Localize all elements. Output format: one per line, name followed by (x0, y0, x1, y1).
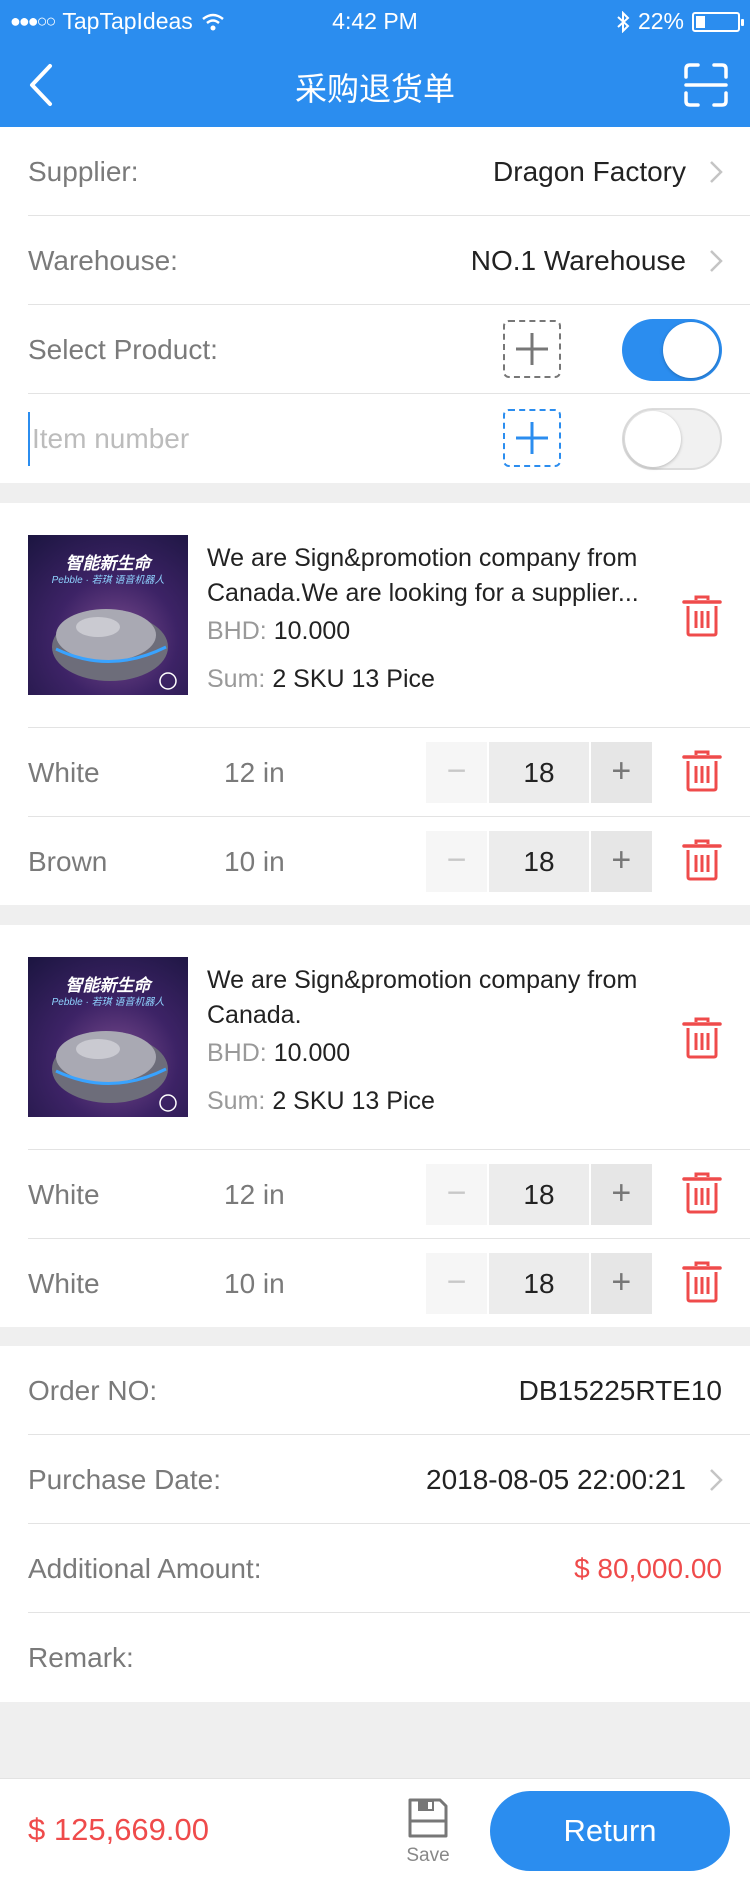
trash-icon[interactable] (682, 595, 722, 637)
purchase-date-value: 2018-08-05 22:00:21 (426, 1464, 686, 1495)
increment-button[interactable]: + (590, 742, 653, 803)
item-number-toggle[interactable] (622, 408, 722, 470)
product-card: 智能新生命 Pebble · 若琪 语音机器人 We are Sign&prom… (0, 925, 750, 1327)
product-image: 智能新生命 Pebble · 若琪 语音机器人 (28, 535, 188, 695)
bottom-bar: $ 125,669.00 Save Return (0, 1778, 750, 1880)
save-button[interactable]: Save (400, 1797, 456, 1869)
purchase-date-row[interactable]: Purchase Date: 2018-08-05 22:00:21 (28, 1435, 750, 1524)
sku-size: 12 in (224, 757, 285, 788)
item-number-row (28, 394, 750, 483)
return-button[interactable]: Return (490, 1791, 730, 1871)
sku-size: 12 in (224, 1179, 285, 1210)
decrement-button[interactable]: − (426, 1253, 488, 1314)
sku-row: White 10 in − 18 + (28, 1238, 750, 1327)
chevron-right-icon (710, 161, 723, 183)
product-price: BHD: 10.000 (207, 1039, 351, 1067)
plus-icon (516, 422, 548, 454)
quantity-value[interactable]: 18 (489, 831, 589, 892)
additional-amount-label: Additional Amount: (28, 1553, 262, 1584)
trash-icon[interactable] (682, 1017, 722, 1059)
bluetooth-icon (617, 10, 630, 33)
page-title: 采购退货单 (294, 71, 455, 107)
supplier-row[interactable]: Supplier: Dragon Factory (28, 127, 750, 216)
add-item-button[interactable] (503, 409, 561, 467)
trash-icon[interactable] (682, 1172, 722, 1214)
remark-label: Remark: (28, 1642, 134, 1673)
order-info-section: Order NO: DB15225RTE10 Purchase Date: 20… (0, 1346, 750, 1702)
warehouse-value: NO.1 Warehouse (470, 245, 686, 276)
battery-icon (692, 11, 744, 32)
save-label: Save (406, 1845, 450, 1866)
warehouse-row[interactable]: Warehouse: NO.1 Warehouse (28, 216, 750, 305)
trash-icon[interactable] (682, 1261, 722, 1303)
sku-size: 10 in (224, 1268, 285, 1299)
sku-color: White (28, 757, 100, 788)
quantity-stepper: − 18 + (426, 1253, 653, 1314)
increment-button[interactable]: + (590, 1253, 653, 1314)
product-image: 智能新生命 Pebble · 若琪 语音机器人 (28, 957, 188, 1117)
quantity-value[interactable]: 18 (489, 742, 589, 803)
remark-row[interactable]: Remark: (28, 1613, 750, 1702)
increment-button[interactable]: + (590, 1164, 653, 1225)
select-product-toggle[interactable] (622, 319, 722, 381)
quantity-stepper: − 18 + (426, 831, 653, 892)
product-price: BHD: 10.000 (207, 617, 351, 645)
select-product-label: Select Product: (28, 334, 218, 365)
warehouse-label: Warehouse: (28, 245, 178, 276)
sku-color: White (28, 1179, 100, 1210)
save-icon (408, 1798, 448, 1838)
quantity-value[interactable]: 18 (489, 1253, 589, 1314)
battery-percent: 22% (637, 8, 684, 34)
supplier-value: Dragon Factory (493, 156, 686, 187)
plus-icon (516, 333, 548, 365)
chevron-right-icon (710, 250, 723, 272)
additional-amount-value: $ 80,000.00 (574, 1553, 722, 1584)
sku-row: White 12 in − 18 + (28, 1149, 750, 1238)
status-bar: ●●●○○ TapTapIdeas 4:42 PM 22% (0, 8, 750, 38)
form-section: Supplier: Dragon Factory Warehouse: NO.1… (0, 127, 750, 483)
nav-bar: 采购退货单 (0, 50, 750, 120)
decrement-button[interactable]: − (426, 831, 488, 892)
app-header: ●●●○○ TapTapIdeas 4:42 PM 22% 采购退货单 (0, 0, 750, 127)
order-no-label: Order NO: (28, 1375, 158, 1406)
product-description: We are Sign&promotion company from Canad… (207, 544, 639, 607)
quantity-stepper: − 18 + (426, 1164, 653, 1225)
sku-row: White 12 in − 18 + (28, 727, 750, 816)
sku-row: Brown 10 in − 18 + (28, 816, 750, 905)
increment-button[interactable]: + (590, 831, 653, 892)
purchase-date-label: Purchase Date: (28, 1464, 221, 1495)
sku-color: White (28, 1268, 100, 1299)
order-no-row: Order NO: DB15225RTE10 (28, 1346, 750, 1435)
order-no-value: DB15225RTE10 (518, 1375, 722, 1406)
decrement-button[interactable]: − (426, 1164, 488, 1225)
scan-icon[interactable] (684, 63, 728, 107)
trash-icon[interactable] (682, 839, 722, 881)
item-number-input[interactable] (28, 412, 468, 466)
supplier-label: Supplier: (28, 156, 139, 187)
add-product-button[interactable] (503, 320, 561, 378)
product-sum: Sum: 2 SKU 13 Pice (207, 665, 435, 693)
chevron-right-icon (710, 1469, 723, 1491)
quantity-stepper: − 18 + (426, 742, 653, 803)
product-sum: Sum: 2 SKU 13 Pice (207, 1087, 435, 1115)
sku-color: Brown (28, 846, 108, 877)
product-description: We are Sign&promotion company from Canad… (207, 966, 638, 1029)
total-amount: $ 125,669.00 (28, 1812, 210, 1847)
additional-amount-row[interactable]: Additional Amount: $ 80,000.00 (28, 1524, 750, 1613)
select-product-row: Select Product: (28, 305, 750, 394)
decrement-button[interactable]: − (426, 742, 488, 803)
sku-size: 10 in (224, 846, 285, 877)
trash-icon[interactable] (682, 750, 722, 792)
product-card: 智能新生命 Pebble · 若琪 语音机器人 We are Sign&prom… (0, 503, 750, 905)
quantity-value[interactable]: 18 (489, 1164, 589, 1225)
